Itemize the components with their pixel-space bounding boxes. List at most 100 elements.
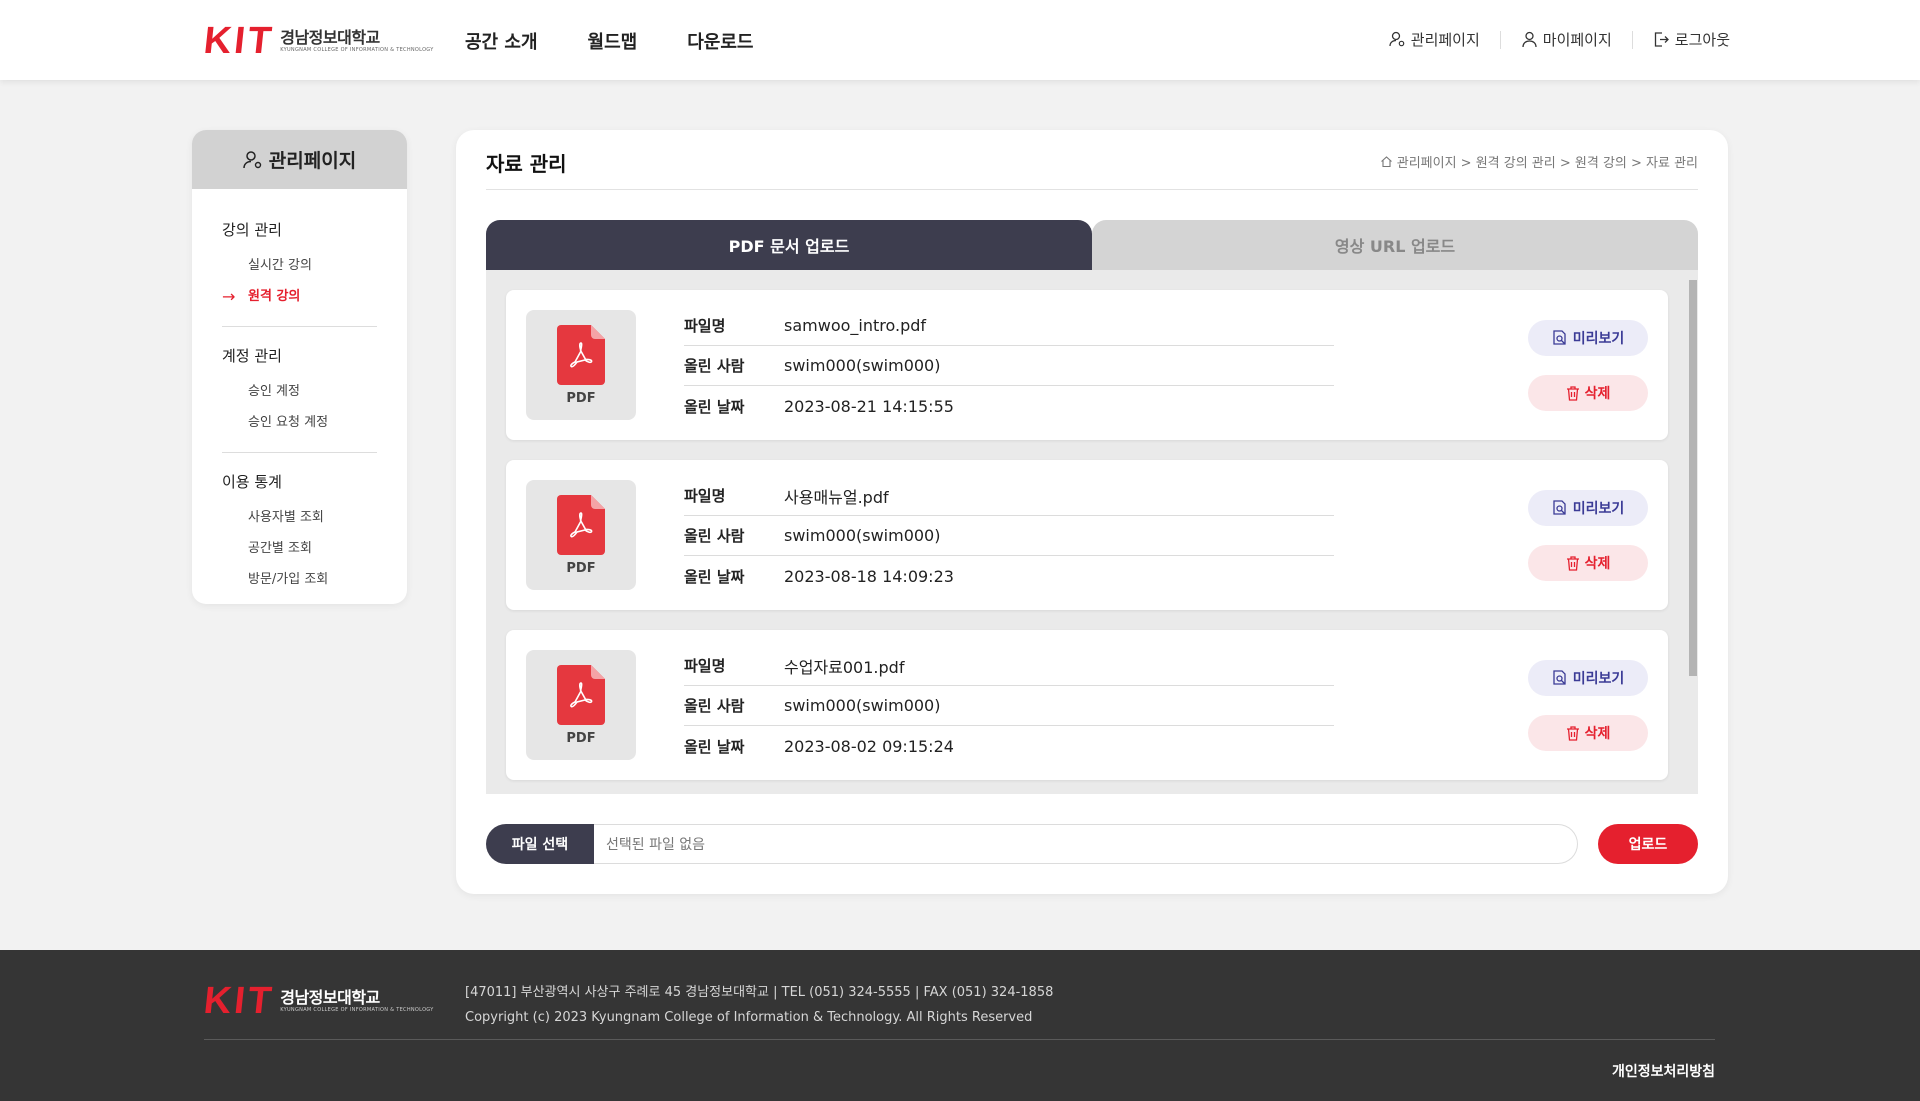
pdf-thumbnail: PDF <box>526 310 636 420</box>
sidebar-group-title: 이용 통계 <box>222 473 282 491</box>
logo[interactable]: KIT 경남정보대학교 KYUNGNAM COLLEGE OF INFORMAT… <box>202 20 434 62</box>
nav-world-map[interactable]: 월드맵 <box>588 28 638 54</box>
breadcrumb: 관리페이지 > 원격 강의 관리 > 원격 강의 > 자료 관리 <box>1380 152 1698 171</box>
sidebar-item-user-stats[interactable]: 사용자별 조회 <box>222 502 377 533</box>
privacy-policy-link[interactable]: 개인정보처리방침 <box>1612 1061 1715 1081</box>
delete-button-label: 삭제 <box>1584 385 1611 401</box>
logo-english-name: KYUNGNAM COLLEGE OF INFORMATION & TECHNO… <box>280 1007 434 1013</box>
file-info: 파일명 수업자료001.pdf 올린 사람 swim000(swim000) 올린 … <box>684 646 1334 766</box>
sidebar-group-account: 계정 관리 승인 계정 승인 요청 계정 <box>192 345 407 438</box>
date-label: 올린 날짜 <box>684 397 745 416</box>
file-select-button[interactable]: 파일 선택 <box>486 824 594 864</box>
pdf-file-icon <box>557 324 605 385</box>
filename-label: 파일명 <box>684 657 726 675</box>
uploader-label: 올린 사람 <box>684 357 745 375</box>
logout-icon <box>1654 32 1669 47</box>
preview-button[interactable]: 미리보기 <box>1528 660 1648 696</box>
footer-divider <box>204 1039 1715 1040</box>
file-card: PDF 파일명 samwoo_intro.pdf 올린 사람 swim000(swi… <box>506 290 1668 440</box>
logo-mark: KIT <box>201 980 277 1022</box>
uploader-label: 올린 사람 <box>684 697 745 715</box>
upload-bar: 파일 선택 선택된 파일 없음 업로드 <box>486 824 1698 864</box>
divider <box>1631 30 1633 49</box>
footer-copyright: Copyright (c) 2023 Kyungnam College of I… <box>465 1010 1033 1025</box>
preview-button[interactable]: 미리보기 <box>1528 320 1648 356</box>
home-icon <box>1380 156 1392 168</box>
scrollbar-thumb[interactable] <box>1689 280 1697 676</box>
selected-file-field[interactable]: 선택된 파일 없음 <box>594 824 1578 864</box>
sidebar-item-visit-stats[interactable]: 방문/가입 조회 <box>222 564 377 595</box>
sidebar-group-lecture: 강의 관리 실시간 강의 원격 강의 <box>192 219 407 312</box>
date-value: 2023-08-21 14:15:55 <box>784 396 954 416</box>
uploader-label: 올린 사람 <box>684 527 745 545</box>
logo-korean-name: 경남정보대학교 <box>280 28 380 47</box>
pdf-label: PDF <box>566 730 596 746</box>
file-list: PDF 파일명 samwoo_intro.pdf 올린 사람 swim000(swi… <box>486 270 1698 794</box>
sidebar-title: 관리페이지 <box>268 150 357 172</box>
sidebar-divider <box>222 452 377 453</box>
sidebar: 관리페이지 강의 관리 실시간 강의 원격 강의 계정 관리 승인 계정 승인 … <box>192 130 407 604</box>
nav-download[interactable]: 다운로드 <box>687 28 753 54</box>
preview-icon <box>1553 330 1566 345</box>
nav-space-intro[interactable]: 공간 소개 <box>465 28 538 54</box>
admin-link-label: 관리페이지 <box>1410 31 1480 49</box>
pdf-label: PDF <box>566 560 596 576</box>
sidebar-group-title: 계정 관리 <box>222 347 282 365</box>
filename-value: 수업자료001.pdf <box>784 657 905 677</box>
filename-value: samwoo_intro.pdf <box>784 316 927 335</box>
sidebar-group-title: 강의 관리 <box>222 221 282 239</box>
uploader-value: swim000(swim000) <box>784 696 941 715</box>
mypage-link-label: 마이페이지 <box>1542 31 1612 49</box>
main-panel: 자료 관리 관리페이지 > 원격 강의 관리 > 원격 강의 > 자료 관리 P… <box>456 130 1728 894</box>
upload-button[interactable]: 업로드 <box>1598 824 1698 864</box>
header: KIT 경남정보대학교 KYUNGNAM COLLEGE OF INFORMAT… <box>0 0 1920 80</box>
page-title: 자료 관리 <box>486 152 567 176</box>
user-icon <box>1522 31 1537 48</box>
preview-button[interactable]: 미리보기 <box>1528 490 1648 526</box>
util-menu: 관리페이지 마이페이지 로그아웃 <box>1389 29 1730 50</box>
delete-button[interactable]: 삭제 <box>1528 715 1648 751</box>
logout-link-label: 로그아웃 <box>1674 31 1730 49</box>
preview-icon <box>1553 500 1566 515</box>
list-scrollbar[interactable] <box>1688 278 1698 786</box>
delete-button[interactable]: 삭제 <box>1528 545 1648 581</box>
date-value: 2023-08-18 14:09:23 <box>784 566 954 586</box>
sidebar-header: 관리페이지 <box>192 130 407 189</box>
tab-video-url-upload[interactable]: 영상 URL 업로드 <box>1092 220 1698 270</box>
sidebar-item-live-lecture[interactable]: 실시간 강의 <box>222 250 377 281</box>
upload-tabs: PDF 문서 업로드 영상 URL 업로드 <box>486 220 1698 270</box>
file-card: PDF 파일명 사용매뉴얼.pdf 올린 사람 swim000(swim000) 올… <box>506 460 1668 610</box>
pdf-file-icon <box>557 664 605 725</box>
date-label: 올린 날짜 <box>684 567 745 586</box>
global-nav: 공간 소개 월드맵 다운로드 <box>465 28 753 54</box>
sidebar-item-pending-accounts[interactable]: 승인 요청 계정 <box>222 407 377 438</box>
delete-button-label: 삭제 <box>1584 725 1611 741</box>
sidebar-item-space-stats[interactable]: 공간별 조회 <box>222 533 377 564</box>
sidebar-group-stats: 이용 통계 사용자별 조회 공간별 조회 방문/가입 조회 <box>192 471 407 595</box>
tab-pdf-upload[interactable]: PDF 문서 업로드 <box>486 220 1092 270</box>
breadcrumb-text: 관리페이지 > 원격 강의 관리 > 원격 강의 > 자료 관리 <box>1396 156 1698 171</box>
preview-button-label: 미리보기 <box>1572 670 1625 686</box>
sidebar-divider <box>222 326 377 327</box>
pdf-file-icon <box>557 494 605 555</box>
preview-icon <box>1553 670 1566 685</box>
delete-button-label: 삭제 <box>1584 555 1611 571</box>
logout-link[interactable]: 로그아웃 <box>1653 29 1730 50</box>
trash-icon <box>1566 725 1579 741</box>
filename-value: 사용매뉴얼.pdf <box>784 487 889 507</box>
sidebar-item-approved-accounts[interactable]: 승인 계정 <box>222 376 377 407</box>
preview-button-label: 미리보기 <box>1572 500 1625 516</box>
mypage-link[interactable]: 마이페이지 <box>1521 29 1612 50</box>
sidebar-item-remote-lecture[interactable]: 원격 강의 <box>222 281 377 312</box>
pdf-thumbnail: PDF <box>526 650 636 760</box>
filename-label: 파일명 <box>684 317 726 335</box>
filename-label: 파일명 <box>684 487 726 505</box>
divider <box>1499 30 1501 49</box>
footer-address: [47011] 부산광역시 사상구 주례로 45 경남정보대학교 | TEL (… <box>465 985 1054 1000</box>
delete-button[interactable]: 삭제 <box>1528 375 1648 411</box>
admin-link[interactable]: 관리페이지 <box>1389 29 1480 50</box>
file-info: 파일명 samwoo_intro.pdf 올린 사람 swim000(swim000… <box>684 306 1334 426</box>
title-divider <box>486 189 1698 190</box>
uploader-value: swim000(swim000) <box>784 526 941 545</box>
admin-user-icon <box>1389 31 1405 47</box>
